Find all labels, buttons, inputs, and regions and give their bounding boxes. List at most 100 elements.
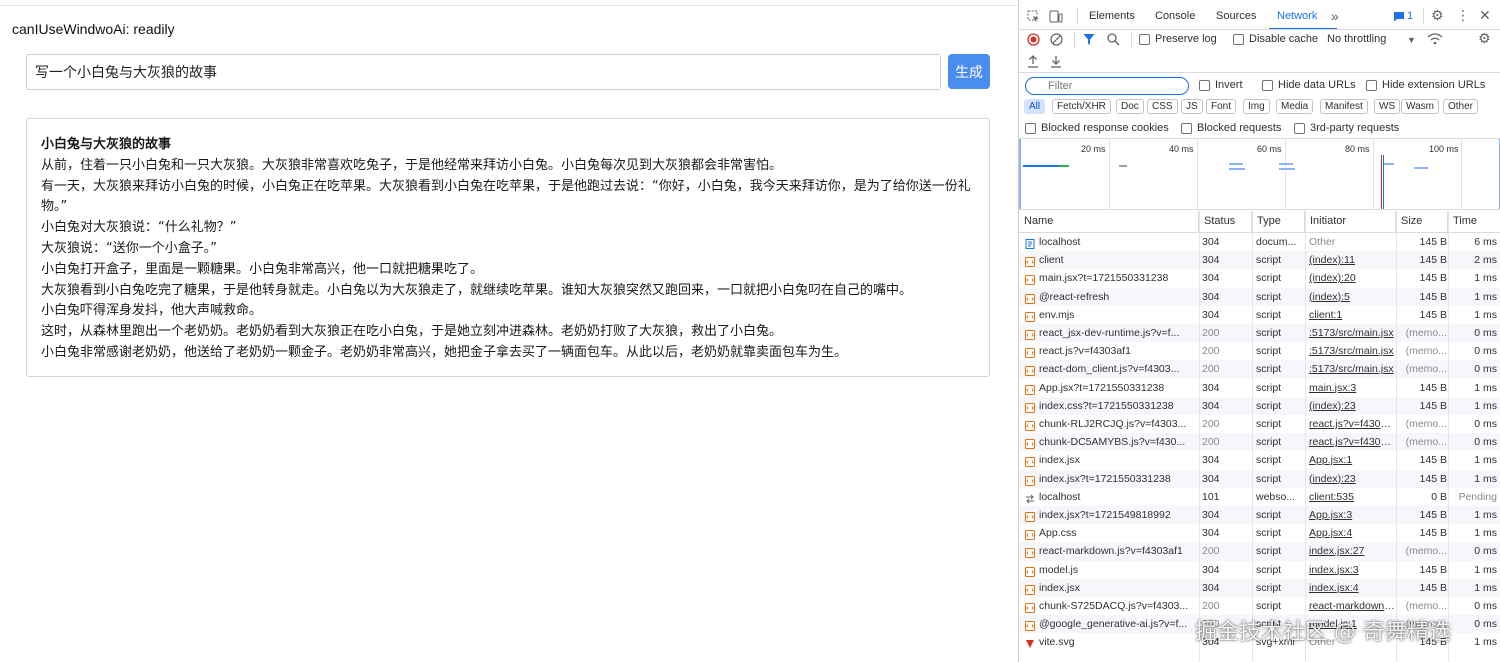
network-conditions-icon[interactable] (1427, 32, 1443, 47)
table-row[interactable]: chunk-DC5AMYBS.js?v=f430... 200 script reac… (1019, 433, 1500, 452)
filter-input[interactable] (1025, 77, 1189, 95)
chip-all[interactable]: All (1024, 99, 1046, 114)
invert-checkbox[interactable] (1199, 80, 1210, 91)
chip-font[interactable]: Font (1206, 99, 1237, 114)
preserve-log-checkbox[interactable] (1139, 34, 1150, 45)
close-devtools-icon[interactable]: ✕ (1479, 8, 1491, 22)
request-initiator[interactable]: client:535 (1309, 488, 1395, 506)
issues-count[interactable]: 1 (1407, 10, 1413, 22)
search-icon[interactable] (1107, 33, 1120, 48)
table-row[interactable]: react.js?v=f4303af1 200 script:5173/src/ma… (1019, 342, 1500, 360)
inspect-element-icon[interactable] (1027, 10, 1040, 25)
stop-recording-icon[interactable] (1027, 33, 1040, 48)
table-row[interactable]: react-markdown.js?v=f4303af1 200 script ind… (1019, 542, 1500, 561)
issues-icon[interactable] (1393, 11, 1405, 24)
throttling-select[interactable]: No throttling (1327, 33, 1386, 45)
table-row[interactable]: react-dom_client.js?v=f4303... 200 script:… (1019, 360, 1500, 379)
column-divider[interactable] (1199, 211, 1200, 662)
tab-console[interactable]: Console (1155, 10, 1195, 22)
export-har-icon[interactable] (1050, 55, 1062, 70)
table-row[interactable]: main.jsx?t=1721550331238 304 script (index)… (1019, 269, 1500, 287)
request-initiator[interactable]: index.jsx:27 (1309, 542, 1395, 560)
request-initiator[interactable]: :5173/src/main.jsx (1309, 360, 1395, 378)
table-row[interactable]: env.mjs 304 script client:1 145 B 1 ms (1019, 306, 1500, 324)
table-row[interactable]: index.jsx?t=1721549818992 304 script App.js… (1019, 506, 1500, 525)
table-row[interactable]: model.js 304 script index.jsx:3 145 B 1 ms (1019, 561, 1500, 579)
column-divider[interactable] (1396, 211, 1397, 662)
table-row[interactable]: react_jsx-dev-runtime.js?v=f... 200 script… (1019, 324, 1500, 343)
column-header-initiator[interactable]: Initiator (1305, 211, 1396, 232)
request-initiator[interactable]: react-markdown.js?v (1309, 597, 1395, 615)
request-initiator[interactable]: App.jsx:3 (1309, 506, 1395, 524)
chip-js[interactable]: JS (1181, 99, 1203, 114)
third-party-checkbox[interactable] (1294, 123, 1305, 134)
prompt-input[interactable] (26, 54, 941, 90)
chip-css[interactable]: CSS (1147, 99, 1178, 114)
chip-doc[interactable]: Doc (1116, 99, 1144, 114)
chip-wasm[interactable]: Wasm (1401, 99, 1439, 114)
filter-icon[interactable] (1083, 33, 1095, 48)
column-divider[interactable] (1252, 211, 1253, 662)
hide-extension-urls-checkbox[interactable] (1366, 80, 1377, 91)
table-row[interactable]: App.css 304 script App.jsx:4 145 B 1 ms (1019, 524, 1500, 542)
table-row[interactable]: App.jsx?t=1721550331238 304 script main.jsx… (1019, 379, 1500, 397)
request-initiator[interactable]: react.js?v=f4303af1 (1309, 433, 1395, 451)
column-header-type[interactable]: Type (1252, 211, 1305, 232)
request-initiator[interactable]: index.jsx:3 (1309, 561, 1395, 579)
chip-manifest[interactable]: Manifest (1320, 99, 1368, 114)
table-row[interactable]: chunk-S725DACQ.js?v=f4303... 200 script rea… (1019, 597, 1500, 615)
hide-data-urls-checkbox[interactable] (1262, 80, 1273, 91)
request-initiator[interactable]: index.jsx:4 (1309, 579, 1395, 597)
request-name: react-markdown.js?v=f4303af1 (1039, 545, 1183, 558)
settings-gear-icon[interactable]: ⚙ (1431, 8, 1444, 22)
column-divider[interactable] (1448, 211, 1449, 662)
network-overview-timeline[interactable]: 20 ms 40 ms 60 ms 80 ms 100 ms (1019, 138, 1500, 210)
tab-network[interactable]: Network (1277, 10, 1317, 22)
request-initiator[interactable]: client:1 (1309, 306, 1395, 324)
column-header-size[interactable]: Size (1396, 211, 1448, 232)
table-row[interactable]: client 304 script (index):11 145 B 2 ms (1019, 251, 1500, 270)
table-row[interactable]: index.jsx?t=1721550331238 304 script (index… (1019, 469, 1500, 488)
network-settings-icon[interactable]: ⚙ (1478, 31, 1491, 45)
table-row[interactable]: localhost 101 websо... client:535 0 B Pending (1019, 488, 1500, 506)
more-options-icon[interactable]: ⋮ (1456, 8, 1470, 22)
request-initiator[interactable]: App.jsx:1 (1309, 451, 1395, 469)
column-divider[interactable] (1305, 211, 1306, 662)
table-row[interactable]: index.jsx 304 script index.jsx:4 145 B 1 ms (1019, 578, 1500, 597)
chip-img[interactable]: Img (1243, 99, 1270, 114)
request-initiator[interactable]: App.jsx:4 (1309, 524, 1395, 542)
blocked-requests-checkbox[interactable] (1181, 123, 1192, 134)
device-toolbar-icon[interactable] (1049, 10, 1063, 25)
chevron-down-icon[interactable]: ▼ (1407, 34, 1416, 47)
disable-cache-checkbox[interactable] (1233, 34, 1244, 45)
table-row[interactable]: @react-refresh 304 script (index):5 145 B 1 m… (1019, 287, 1500, 306)
chip-media[interactable]: Media (1276, 99, 1314, 114)
request-initiator[interactable]: (index):5 (1309, 288, 1395, 306)
request-initiator[interactable]: :5173/src/main.jsx (1309, 324, 1395, 342)
generate-button[interactable]: 生成 (948, 54, 990, 89)
request-initiator[interactable]: (index):23 (1309, 397, 1395, 415)
table-row[interactable]: index.jsx 304 script App.jsx:1 145 B 1 ms (1019, 451, 1500, 469)
table-row[interactable]: index.css?t=1721550331238 304 script (index… (1019, 396, 1500, 415)
table-row[interactable]: chunk-RLJ2RCJQ.js?v=f4303... 200 script rea… (1019, 415, 1500, 433)
table-row[interactable]: localhost 304 docum... Other 145 B 6 ms (1019, 233, 1500, 251)
request-initiator[interactable]: :5173/src/main.jsx (1309, 342, 1395, 360)
tab-elements[interactable]: Elements (1089, 10, 1135, 22)
request-initiator[interactable]: (index):20 (1309, 269, 1395, 287)
tab-sources[interactable]: Sources (1216, 10, 1256, 22)
timeline-selection-handle[interactable] (1019, 139, 1021, 209)
import-har-icon[interactable] (1027, 55, 1039, 70)
more-tabs-button[interactable]: » (1331, 8, 1339, 24)
request-initiator[interactable]: react.js?v=f4303af1 (1309, 415, 1395, 433)
chip-fetch-xhr[interactable]: Fetch/XHR (1052, 99, 1111, 114)
column-header-status[interactable]: Status (1199, 211, 1252, 232)
request-initiator[interactable]: (index):11 (1309, 251, 1395, 269)
column-header-time[interactable]: Time (1448, 211, 1500, 232)
request-initiator[interactable]: main.jsx:3 (1309, 379, 1395, 397)
blocked-cookies-checkbox[interactable] (1025, 123, 1036, 134)
chip-ws[interactable]: WS (1374, 99, 1401, 114)
request-initiator[interactable]: (index):23 (1309, 470, 1395, 488)
column-header-name[interactable]: Name (1019, 211, 1199, 232)
clear-icon[interactable] (1050, 33, 1063, 48)
chip-other[interactable]: Other (1443, 99, 1479, 114)
